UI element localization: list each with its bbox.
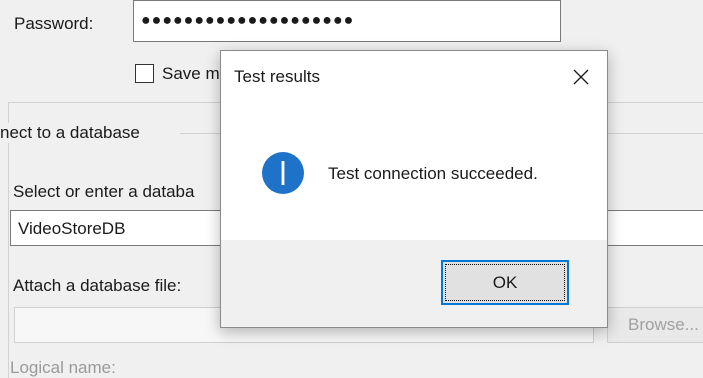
dialog-title: Test results: [234, 67, 320, 86]
password-value: ●●●●●●●●●●●●●●●●●●●●: [141, 12, 355, 29]
database-name-label: Select or enter a databa: [13, 182, 195, 201]
password-field[interactable]: ●●●●●●●●●●●●●●●●●●●●: [133, 0, 561, 42]
save-password-label: Save m: [162, 64, 220, 83]
save-password-checkbox[interactable]: [135, 64, 154, 83]
close-button[interactable]: [561, 57, 601, 97]
browse-button[interactable]: Browse...: [607, 307, 703, 343]
database-name-value: VideoStoreDB: [18, 219, 126, 238]
ok-button[interactable]: OK: [441, 260, 569, 305]
connect-database-group-title: nect to a database: [0, 123, 146, 143]
group-left-border: [8, 102, 9, 378]
dialog-message: Test connection succeeded.: [328, 164, 538, 183]
logical-name-label: Logical name:: [10, 358, 116, 377]
attach-file-label: Attach a database file:: [13, 276, 182, 295]
dialog-footer: OK: [221, 240, 607, 327]
password-label: Password:: [14, 14, 94, 33]
test-results-dialog: Test results Test connection succeeded. …: [220, 50, 608, 328]
close-icon: [573, 69, 589, 85]
info-icon: [262, 152, 304, 194]
ok-button-label: OK: [492, 272, 518, 292]
